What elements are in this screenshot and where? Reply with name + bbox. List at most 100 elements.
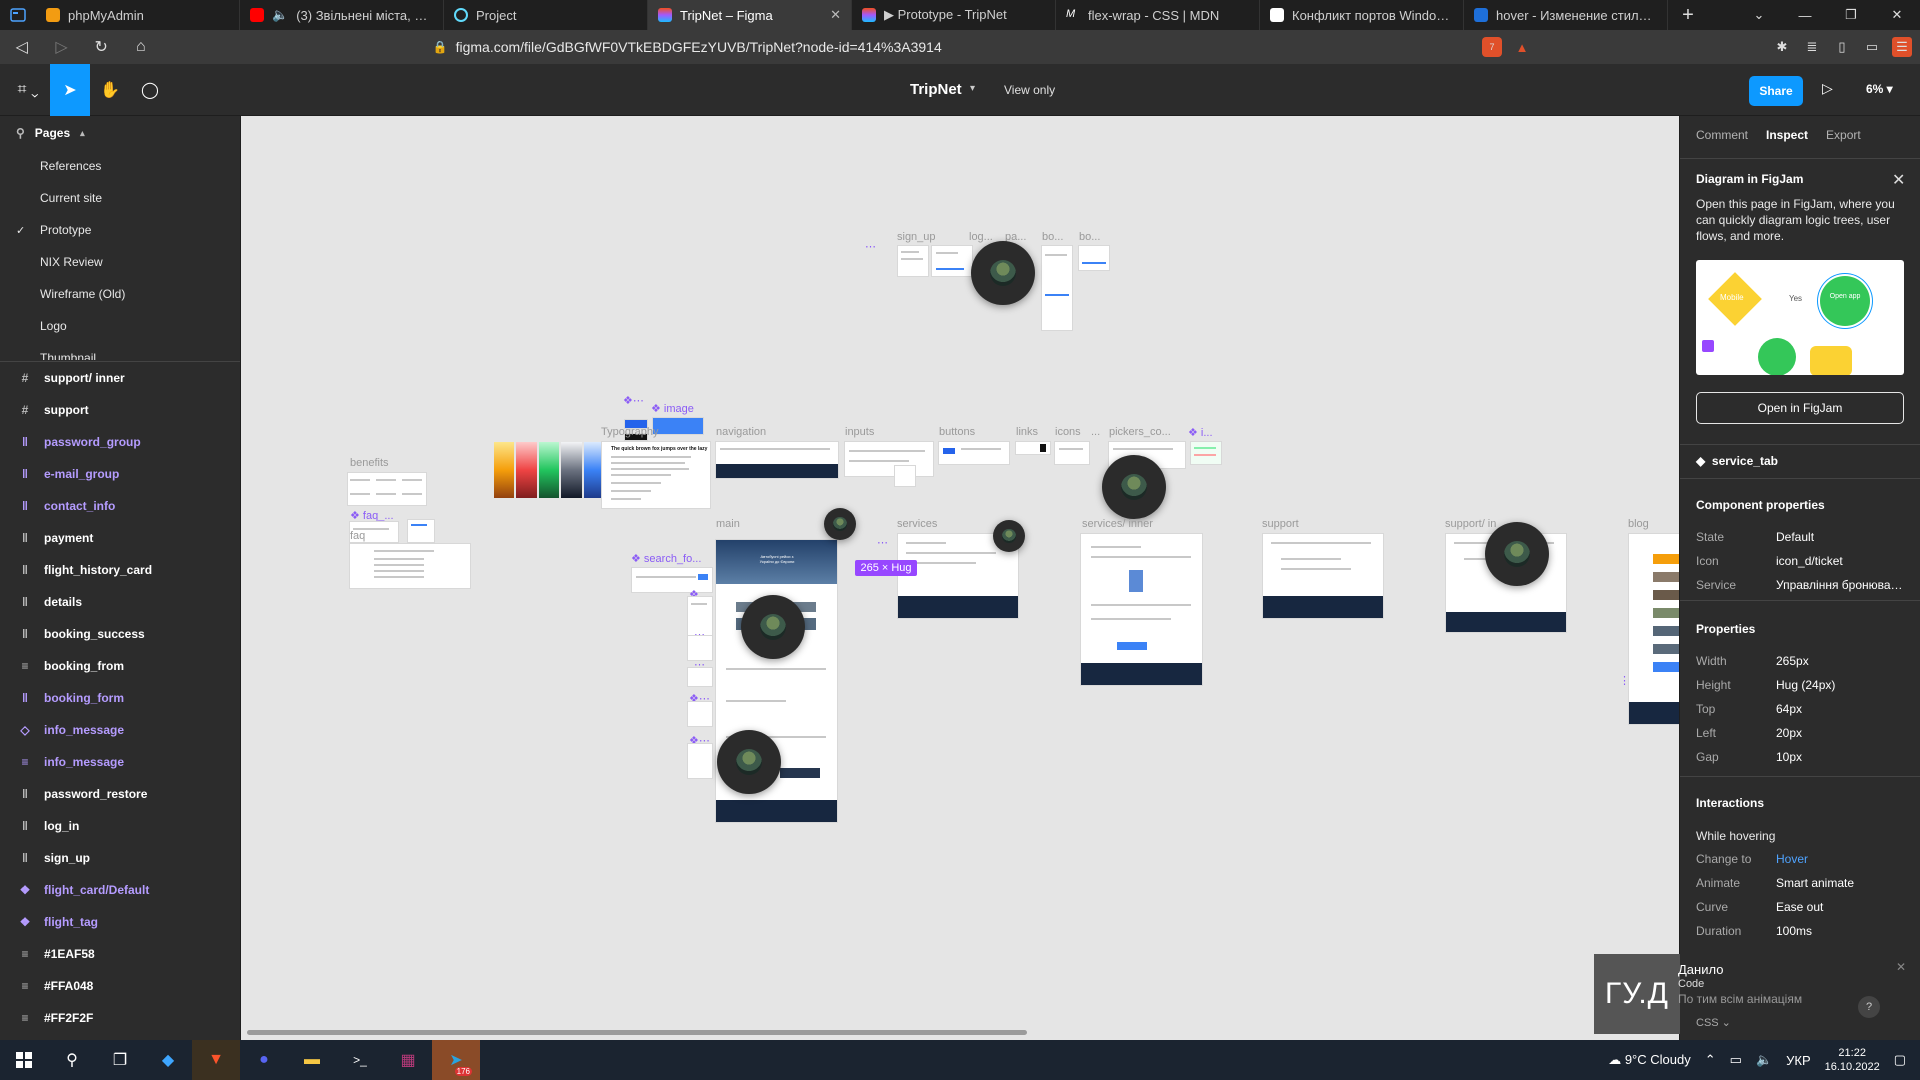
frame-label-icons[interactable]: icons <box>1055 426 1081 438</box>
component-dots[interactable]: ⋯ <box>877 536 888 549</box>
restore-icon[interactable]: ❐ <box>1828 0 1874 30</box>
frame-label-search-form[interactable]: ❖ search_fo... <box>631 552 701 565</box>
layer-item[interactable]: ǁ password_restore <box>0 778 240 810</box>
frame-card-4[interactable] <box>688 702 712 726</box>
frame-info[interactable] <box>1191 442 1221 464</box>
layer-item[interactable]: ǁ e-mail_group <box>0 458 240 490</box>
winrar-icon[interactable]: ▦ <box>384 1040 432 1080</box>
close-icon[interactable]: ✕ <box>1896 960 1906 974</box>
frame-label-services-inner[interactable]: services/ inner <box>1082 518 1153 530</box>
frame-label-blog[interactable]: blog <box>1628 518 1649 530</box>
brave-rewards-icon[interactable]: ▲ <box>1512 37 1532 57</box>
clock[interactable]: 21:22 16.10.2022 <box>1825 1046 1880 1074</box>
layer-item[interactable]: ǁ flight_history_card <box>0 554 240 586</box>
frame-search-form[interactable] <box>632 568 712 592</box>
discord-icon[interactable]: ● <box>240 1040 288 1080</box>
frame-links[interactable] <box>1016 442 1050 454</box>
tab-project[interactable]: Project <box>444 0 648 30</box>
frame-label-services[interactable]: services <box>897 518 937 530</box>
telegram-icon[interactable]: ➤ 176 <box>432 1040 480 1080</box>
color-swatch-green[interactable] <box>538 442 560 498</box>
page-item[interactable]: ✓ Prototype <box>0 214 240 246</box>
move-tool-icon[interactable]: ➤ <box>50 64 90 116</box>
tab-prototype[interactable]: ▶ Prototype - TripNet <box>852 0 1056 30</box>
volume-icon[interactable]: 🔈 <box>1756 1052 1772 1068</box>
frame-blog[interactable] <box>1629 534 1679 724</box>
frame-label-faq-component[interactable]: ❖ faq_... <box>350 509 394 522</box>
sidebar-icon[interactable]: ▯ <box>1832 37 1852 57</box>
layer-item[interactable]: # support <box>0 394 240 426</box>
frame-card-3[interactable] <box>688 668 712 686</box>
layer-item[interactable]: ≡ booking_from <box>0 650 240 682</box>
layer-item[interactable]: ǁ payment <box>0 522 240 554</box>
playlist-icon[interactable]: ≣ <box>1802 37 1822 57</box>
url-field[interactable]: 🔒 figma.com/file/GdBGfWF0VTkEBDGFEzYUVB/… <box>433 33 1470 61</box>
figma-main-menu-icon[interactable]: ⌗ ⌄ <box>8 64 48 116</box>
minimize-icon[interactable]: — <box>1782 0 1828 30</box>
windows-start-icon[interactable] <box>0 1040 48 1080</box>
frame-faq[interactable] <box>350 544 470 588</box>
frame-label-i[interactable]: ❖ i... <box>1188 426 1213 439</box>
frame-booking[interactable] <box>1042 246 1072 330</box>
frame-label-buttons[interactable]: buttons <box>939 426 975 438</box>
layer-item[interactable]: ≡ info_message <box>0 746 240 778</box>
task-view-icon[interactable]: ❐ <box>96 1040 144 1080</box>
page-item[interactable]: NIX Review <box>0 246 240 278</box>
frame-card-2[interactable] <box>688 636 712 660</box>
property-value[interactable]: Hover <box>1776 852 1906 866</box>
language-indicator[interactable]: УКР <box>1786 1053 1811 1068</box>
help-icon[interactable]: ? <box>1858 996 1880 1018</box>
comment-tool-icon[interactable]: ◯ <box>130 64 170 116</box>
frame-sign-up[interactable] <box>898 246 928 276</box>
tab-comment[interactable]: Comment <box>1696 128 1748 142</box>
frame-faq-item-2[interactable] <box>408 520 434 542</box>
frame-log-in[interactable] <box>932 246 972 276</box>
layer-item[interactable]: ❖ flight_card/Default <box>0 874 240 906</box>
frame-buttons[interactable] <box>939 442 1009 464</box>
home-icon[interactable]: ⌂ <box>127 33 155 61</box>
browser-menu-icon[interactable] <box>0 0 36 30</box>
new-tab-button[interactable]: + <box>1668 0 1708 30</box>
component-dots[interactable]: ⋯ <box>865 240 876 253</box>
frame-label-support-inner[interactable]: support/ in <box>1445 518 1496 530</box>
component-dots[interactable]: ❖⋯ <box>623 394 644 407</box>
color-swatch-red[interactable] <box>516 442 537 498</box>
layer-item[interactable]: ◇ info_message <box>0 714 240 746</box>
open-in-figjam-button[interactable]: Open in FigJam <box>1696 392 1904 424</box>
frame-label-inputs[interactable]: inputs <box>845 426 874 438</box>
chevron-up-icon[interactable]: ▴ <box>80 128 85 139</box>
layer-item[interactable]: ǁ log_in <box>0 810 240 842</box>
frame-label-support[interactable]: support <box>1262 518 1299 530</box>
frame-inputs-2[interactable] <box>895 466 915 486</box>
close-window-icon[interactable]: ✕ <box>1874 0 1920 30</box>
present-icon[interactable]: ▷ <box>1822 80 1833 97</box>
frame-support[interactable] <box>1263 534 1383 618</box>
layer-item[interactable]: ❖ flight_tag <box>0 906 240 938</box>
frame-label-more[interactable]: ... <box>1091 426 1100 438</box>
frame-inputs[interactable] <box>845 442 933 476</box>
canvas[interactable]: sign_up log... pa... bo... bo... ⋯ ❖⋯ ❖ … <box>241 116 1679 1040</box>
frame-label-sign-up[interactable]: sign_up <box>897 231 936 243</box>
page-item[interactable]: Logo <box>0 310 240 342</box>
frame-booking-2[interactable] <box>1079 246 1109 270</box>
frame-icons[interactable] <box>1055 442 1089 464</box>
tab-windows-ports[interactable]: Конфликт портов Windows, ка <box>1260 0 1464 30</box>
browser-menu-icon[interactable]: ☰ <box>1892 37 1912 57</box>
color-swatch-gray[interactable] <box>561 442 582 498</box>
network-icon[interactable]: ▭ <box>1730 1052 1742 1068</box>
frame-card-5[interactable] <box>688 744 712 778</box>
brave-shield-icon[interactable]: 7 <box>1482 37 1502 57</box>
terminal-icon[interactable]: >_ <box>336 1040 384 1080</box>
pages-header[interactable]: ⚲ Pages ▴ <box>0 116 240 150</box>
page-item[interactable]: Wireframe (Old) <box>0 278 240 310</box>
vscode-icon[interactable]: ◆ <box>144 1040 192 1080</box>
layer-item[interactable]: ǁ booking_success <box>0 618 240 650</box>
weather-widget[interactable]: ☁ 9°C Cloudy <box>1608 1052 1691 1068</box>
frame-services-inner[interactable] <box>1081 534 1202 685</box>
brave-icon[interactable]: ▼ <box>192 1040 240 1080</box>
video-call-tile[interactable]: ГУ.Д <box>1594 954 1680 1034</box>
page-item[interactable]: Thumbnail <box>0 342 240 360</box>
color-swatch-orange[interactable] <box>494 442 515 498</box>
horizontal-scrollbar[interactable] <box>247 1030 1027 1035</box>
tab-mdn[interactable]: M flex-wrap - CSS | MDN <box>1056 0 1260 30</box>
